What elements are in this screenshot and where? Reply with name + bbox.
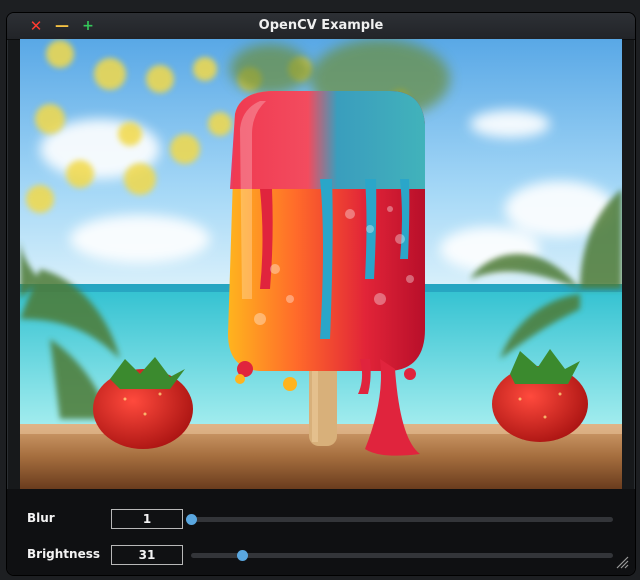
window-title: OpenCV Example xyxy=(258,18,384,33)
brightness-slider[interactable] xyxy=(191,550,613,561)
brightness-label: Brightness xyxy=(27,547,101,561)
brightness-value-field[interactable]: 31 xyxy=(111,545,183,565)
brightness-slider-thumb[interactable] xyxy=(236,550,248,561)
popsicle-image xyxy=(20,39,622,489)
blur-control-row: Blur 1 xyxy=(7,509,635,531)
resize-grip-icon[interactable] xyxy=(615,555,629,569)
image-display xyxy=(20,39,622,489)
title-bar[interactable]: ✕ — + OpenCV Example xyxy=(7,13,635,40)
controls-panel: Blur 1 Brightness 31 xyxy=(7,489,635,575)
blur-slider[interactable] xyxy=(186,514,613,525)
brightness-control-row: Brightness 31 xyxy=(7,545,635,567)
app-window: ✕ — + OpenCV Example Blur 1 Brightness 3… xyxy=(6,12,636,576)
blur-label: Blur xyxy=(27,511,55,525)
blur-value-field[interactable]: 1 xyxy=(111,509,183,529)
blur-slider-thumb[interactable] xyxy=(186,514,197,525)
